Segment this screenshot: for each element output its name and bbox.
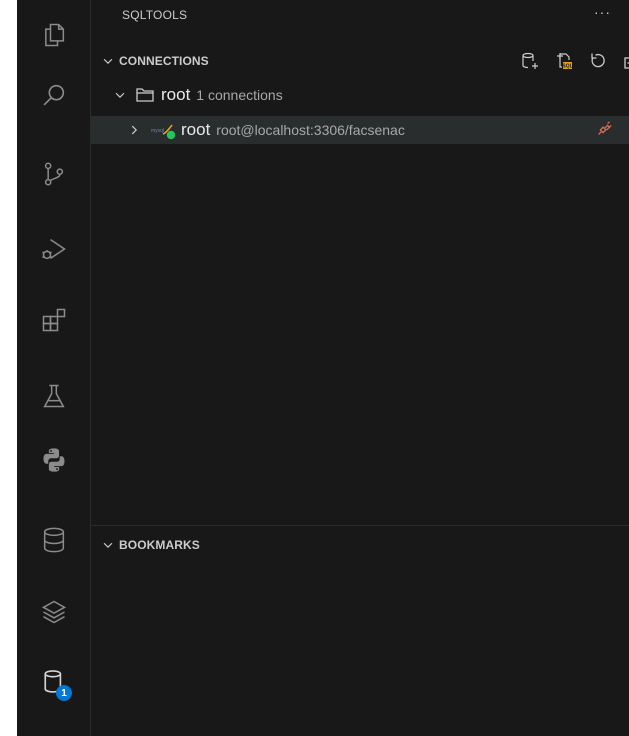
activity-search[interactable] xyxy=(17,71,90,119)
connection-row[interactable]: mysql root root@localhost:3306/facsenac xyxy=(91,116,629,144)
activity-explorer[interactable] xyxy=(17,11,90,59)
source-control-icon xyxy=(44,162,63,186)
activity-bar: 1 xyxy=(17,0,91,736)
connections-label: CONNECTIONS xyxy=(119,54,209,68)
bookmarks-label: BOOKMARKS xyxy=(119,538,200,552)
explorer-icon xyxy=(44,23,64,47)
notification-badge: 1 xyxy=(56,685,72,701)
vscode-window: 1 SQLTOOLS ··· CONNECTIONS SQL root 1 co… xyxy=(17,0,629,736)
collapse-all-icon xyxy=(624,57,629,69)
collapse-all-button[interactable] xyxy=(621,50,629,72)
testing-icon xyxy=(42,384,65,408)
svg-text:SQL: SQL xyxy=(562,64,572,70)
run-debug-icon xyxy=(41,239,66,260)
chevron-right-icon xyxy=(125,123,143,137)
more-actions-button[interactable]: ··· xyxy=(594,4,611,20)
refresh-button[interactable] xyxy=(587,50,609,72)
sidebar: SQLTOOLS ··· CONNECTIONS SQL root 1 conn… xyxy=(91,0,629,736)
svg-text:mysql: mysql xyxy=(151,128,164,134)
add-connection-button[interactable] xyxy=(519,50,541,72)
section-divider xyxy=(91,525,629,526)
chevron-down-icon xyxy=(97,538,119,552)
chevron-down-icon xyxy=(111,88,129,102)
connection-name: root xyxy=(181,120,211,139)
add-connection-icon xyxy=(522,52,538,69)
activity-source-control[interactable] xyxy=(17,150,90,198)
activity-extensions[interactable] xyxy=(17,296,90,344)
activity-python[interactable] xyxy=(17,436,90,484)
layers-icon xyxy=(41,600,66,624)
connections-toolbar: SQL xyxy=(519,50,629,72)
connection-description: root@localhost:3306/facsenac xyxy=(216,122,405,138)
folder-icon xyxy=(136,88,154,102)
refresh-icon xyxy=(591,53,605,68)
extensions-icon xyxy=(42,308,65,332)
connection-group-row[interactable]: root 1 connections xyxy=(91,82,629,108)
bookmarks-section-header[interactable]: BOOKMARKS xyxy=(91,534,629,556)
disconnect-button[interactable] xyxy=(595,120,613,143)
mysql-connection-icon: mysql xyxy=(149,120,177,140)
group-name: root xyxy=(161,85,191,104)
new-sql-file-button[interactable]: SQL xyxy=(553,50,575,72)
group-description: 1 connections xyxy=(196,87,283,103)
new-sql-file-icon: SQL xyxy=(557,53,573,70)
activity-database[interactable] xyxy=(17,516,90,564)
activity-testing[interactable] xyxy=(17,372,90,420)
activity-run-debug[interactable] xyxy=(17,225,90,273)
sidebar-title: SQLTOOLS xyxy=(122,8,188,22)
python-icon xyxy=(43,448,64,472)
disconnect-plug-icon xyxy=(598,121,612,135)
search-icon xyxy=(43,84,64,106)
activity-sqltools[interactable]: 1 xyxy=(17,658,90,706)
chevron-down-icon xyxy=(97,54,119,68)
connections-section-header[interactable]: CONNECTIONS SQL xyxy=(91,50,629,72)
activity-layers[interactable] xyxy=(17,588,90,636)
database-icon xyxy=(43,527,64,553)
connected-status-dot xyxy=(166,130,176,140)
